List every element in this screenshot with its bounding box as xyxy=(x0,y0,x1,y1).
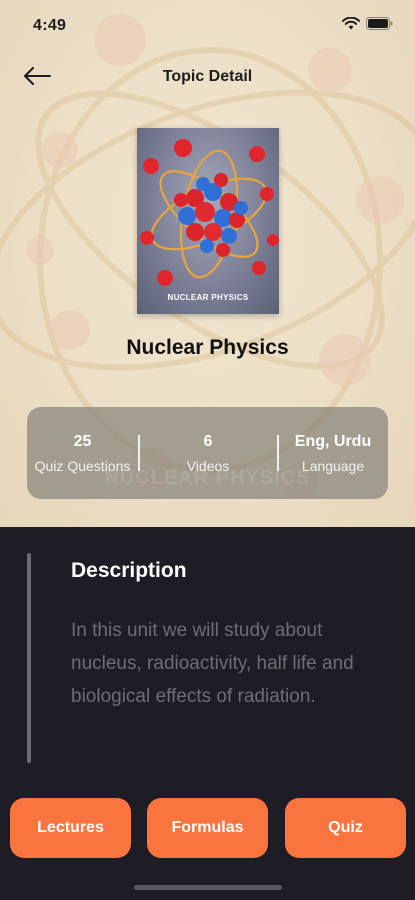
stat-value: 6 xyxy=(203,433,213,450)
stat-value: Eng, Urdu xyxy=(294,433,372,450)
stats-card: NUCLEAR PHYSICS 25 Quiz Questions 6 Vide… xyxy=(27,407,388,499)
stat-label: Videos xyxy=(186,458,230,474)
stat-language: Eng, Urdu Language xyxy=(278,407,388,499)
home-indicator xyxy=(134,885,282,890)
quiz-button[interactable]: Quiz xyxy=(285,798,406,858)
cover-caption: NUCLEAR PHYSICS xyxy=(167,293,249,302)
status-icons xyxy=(342,17,393,30)
page-title: Topic Detail xyxy=(162,68,253,85)
formulas-button[interactable]: Formulas xyxy=(147,798,268,858)
stat-videos: 6 Videos xyxy=(139,407,277,499)
wifi-icon xyxy=(342,17,360,30)
stat-label: Language xyxy=(301,458,365,474)
hero-section: 4:49 Topic Detail NUCLEAR PHYSICS Nuclea… xyxy=(0,0,415,527)
topic-title: Nuclear Physics xyxy=(126,336,289,359)
battery-icon xyxy=(366,17,393,30)
atom-illustration xyxy=(140,139,279,286)
stat-quiz-questions: 25 Quiz Questions xyxy=(27,407,138,499)
description-text: In this unit we will study about nucleus… xyxy=(71,620,354,707)
lectures-button[interactable]: Lectures xyxy=(10,798,131,858)
status-bar: 4:49 xyxy=(0,0,415,50)
description-accent-bar xyxy=(27,553,31,763)
topic-cover-image: NUCLEAR PHYSICS xyxy=(137,128,279,314)
stat-label: Quiz Questions xyxy=(34,458,131,474)
status-time: 4:49 xyxy=(33,17,67,34)
description-heading: Description xyxy=(71,559,187,582)
stat-value: 25 xyxy=(73,433,92,450)
